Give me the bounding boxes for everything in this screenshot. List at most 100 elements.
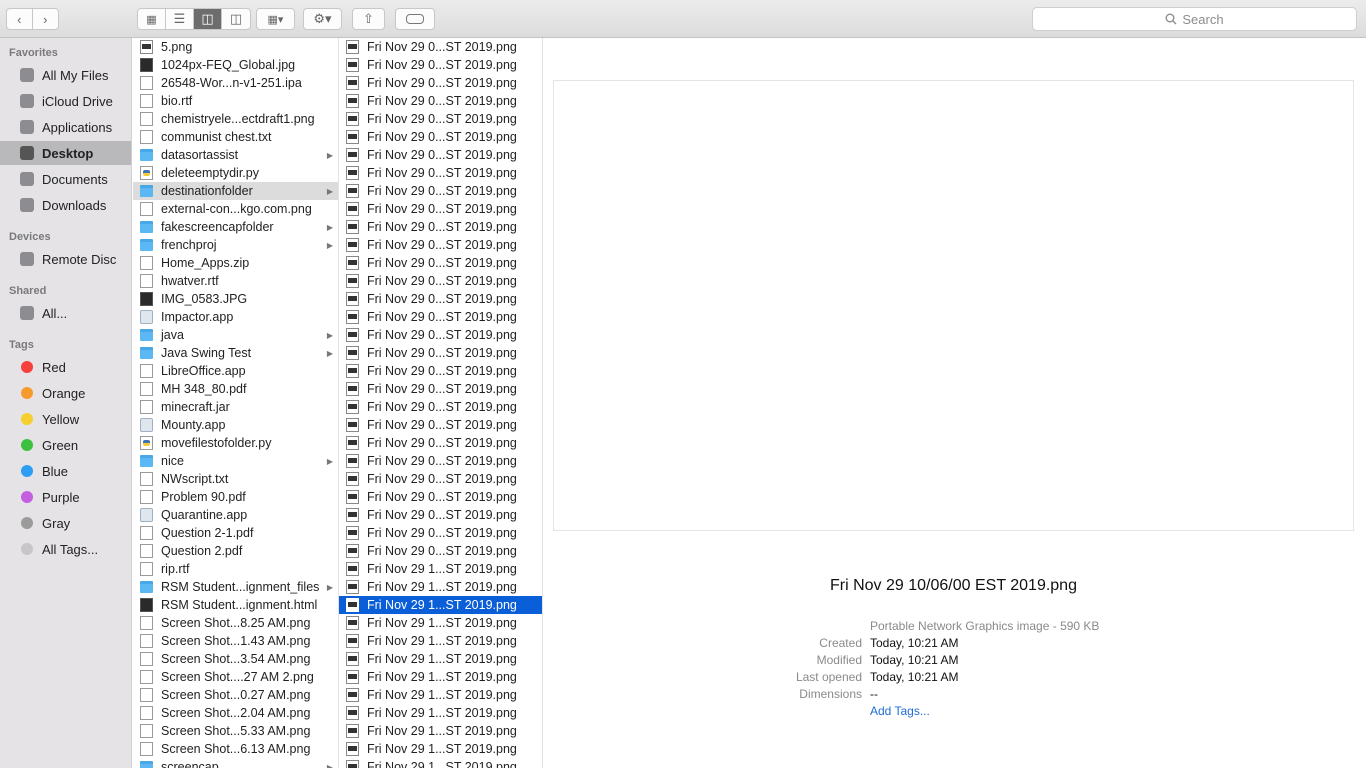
file-row[interactable]: screencap ▶ (133, 758, 338, 768)
file-row[interactable]: Fri Nov 29 0...ST 2019.png (339, 290, 542, 308)
file-row[interactable]: Screen Shot...1.43 AM.png (133, 632, 338, 650)
file-row[interactable]: Fri Nov 29 0...ST 2019.png (339, 56, 542, 74)
file-row[interactable]: Fri Nov 29 1...ST 2019.png (339, 614, 542, 632)
file-row[interactable]: movefilestofolder.py (133, 434, 338, 452)
sidebar-item-documents[interactable]: Documents (0, 167, 131, 191)
file-row[interactable]: Screen Shot...5.33 AM.png (133, 722, 338, 740)
sidebar-item-all[interactable]: All... (0, 301, 131, 325)
file-row[interactable]: 5.png (133, 38, 338, 56)
file-row[interactable]: Fri Nov 29 0...ST 2019.png (339, 146, 542, 164)
file-row[interactable]: minecraft.jar (133, 398, 338, 416)
file-row[interactable]: Fri Nov 29 0...ST 2019.png (339, 326, 542, 344)
file-row[interactable]: Fri Nov 29 0...ST 2019.png (339, 434, 542, 452)
sidebar-item-desktop[interactable]: Desktop (0, 141, 131, 165)
share-button[interactable]: ⇧ (352, 8, 385, 30)
file-row[interactable]: bio.rtf (133, 92, 338, 110)
file-row[interactable]: Fri Nov 29 1...ST 2019.png (339, 686, 542, 704)
file-row[interactable]: Fri Nov 29 0...ST 2019.png (339, 218, 542, 236)
file-row[interactable]: Fri Nov 29 1...ST 2019.png (339, 632, 542, 650)
back-button[interactable]: ‹ (7, 9, 33, 29)
file-row[interactable]: Fri Nov 29 0...ST 2019.png (339, 542, 542, 560)
sidebar-item-downloads[interactable]: Downloads (0, 193, 131, 217)
file-row[interactable]: Fri Nov 29 0...ST 2019.png (339, 236, 542, 254)
file-row[interactable]: 26548-Wor...n-v1-251.ipa (133, 74, 338, 92)
file-row[interactable]: Fri Nov 29 0...ST 2019.png (339, 254, 542, 272)
file-row[interactable]: Fri Nov 29 0...ST 2019.png (339, 110, 542, 128)
file-row[interactable]: NWscript.txt (133, 470, 338, 488)
file-row[interactable]: frenchproj ▶ (133, 236, 338, 254)
file-row[interactable]: deleteemptydir.py (133, 164, 338, 182)
file-row[interactable]: Fri Nov 29 0...ST 2019.png (339, 74, 542, 92)
sidebar-item-blue[interactable]: Blue (0, 459, 131, 483)
file-row[interactable]: external-con...kgo.com.png (133, 200, 338, 218)
file-row[interactable]: Fri Nov 29 1...ST 2019.png (339, 668, 542, 686)
action-button[interactable]: ⚙▾ (303, 8, 342, 30)
file-row[interactable]: Fri Nov 29 1...ST 2019.png (339, 650, 542, 668)
file-row[interactable]: Fri Nov 29 0...ST 2019.png (339, 128, 542, 146)
file-row[interactable]: RSM Student...ignment.html (133, 596, 338, 614)
file-row[interactable]: Screen Shot...2.04 AM.png (133, 704, 338, 722)
file-row[interactable]: Fri Nov 29 0...ST 2019.png (339, 38, 542, 56)
file-row[interactable]: Java Swing Test ▶ (133, 344, 338, 362)
file-row[interactable]: Quarantine.app (133, 506, 338, 524)
file-row[interactable]: Screen Shot...3.54 AM.png (133, 650, 338, 668)
arrange-button[interactable]: ▦▾ (256, 8, 295, 30)
forward-button[interactable]: › (33, 9, 58, 29)
file-row[interactable]: fakescreencapfolder ▶ (133, 218, 338, 236)
file-row[interactable]: nice ▶ (133, 452, 338, 470)
icon-view-button[interactable]: ▦ (138, 9, 166, 29)
file-row[interactable]: Home_Apps.zip (133, 254, 338, 272)
file-row[interactable]: Fri Nov 29 0...ST 2019.png (339, 272, 542, 290)
file-row[interactable]: 1024px-FEQ_Global.jpg (133, 56, 338, 74)
file-row[interactable]: Fri Nov 29 0...ST 2019.png (339, 380, 542, 398)
file-row[interactable]: Fri Nov 29 0...ST 2019.png (339, 92, 542, 110)
file-row[interactable]: Fri Nov 29 0...ST 2019.png (339, 452, 542, 470)
file-row[interactable]: Fri Nov 29 1...ST 2019.png (339, 740, 542, 758)
file-row[interactable]: Fri Nov 29 0...ST 2019.png (339, 398, 542, 416)
file-row[interactable]: destinationfolder ▶ (133, 182, 338, 200)
file-row[interactable]: communist chest.txt (133, 128, 338, 146)
file-row[interactable]: Fri Nov 29 1...ST 2019.png (339, 758, 542, 768)
file-row[interactable]: Fri Nov 29 1...ST 2019.png (339, 560, 542, 578)
file-row[interactable]: java ▶ (133, 326, 338, 344)
file-row[interactable]: Screen Shot...8.25 AM.png (133, 614, 338, 632)
file-row[interactable]: Fri Nov 29 0...ST 2019.png (339, 164, 542, 182)
file-row[interactable]: Fri Nov 29 0...ST 2019.png (339, 506, 542, 524)
file-row[interactable]: MH 348_80.pdf (133, 380, 338, 398)
file-row[interactable]: Mounty.app (133, 416, 338, 434)
file-row[interactable]: Fri Nov 29 1...ST 2019.png (339, 578, 542, 596)
file-row[interactable]: Fri Nov 29 0...ST 2019.png (339, 488, 542, 506)
file-row[interactable]: chemistryele...ectdraft1.png (133, 110, 338, 128)
file-row[interactable]: Question 2.pdf (133, 542, 338, 560)
sidebar-item-gray[interactable]: Gray (0, 511, 131, 535)
sidebar-item-all-my-files[interactable]: All My Files (0, 63, 131, 87)
file-row[interactable]: Fri Nov 29 1...ST 2019.png (339, 596, 542, 614)
file-row[interactable]: hwatver.rtf (133, 272, 338, 290)
search-field[interactable]: Search (1032, 7, 1357, 31)
file-row[interactable]: LibreOffice.app (133, 362, 338, 380)
sidebar-item-applications[interactable]: Applications (0, 115, 131, 139)
sidebar-item-all-tags[interactable]: All Tags... (0, 537, 131, 561)
file-row[interactable]: Fri Nov 29 0...ST 2019.png (339, 470, 542, 488)
file-row[interactable]: rip.rtf (133, 560, 338, 578)
add-tags-link[interactable]: Add Tags... (870, 704, 930, 721)
file-row[interactable]: Question 2-1.pdf (133, 524, 338, 542)
file-row[interactable]: Problem 90.pdf (133, 488, 338, 506)
tags-button[interactable] (395, 8, 435, 30)
sidebar-item-purple[interactable]: Purple (0, 485, 131, 509)
file-row[interactable]: Fri Nov 29 0...ST 2019.png (339, 362, 542, 380)
column-view-button[interactable]: ◫ (194, 9, 222, 29)
sidebar-item-red[interactable]: Red (0, 355, 131, 379)
file-row[interactable]: Fri Nov 29 1...ST 2019.png (339, 722, 542, 740)
sidebar-item-yellow[interactable]: Yellow (0, 407, 131, 431)
file-row[interactable]: Fri Nov 29 0...ST 2019.png (339, 200, 542, 218)
file-row[interactable]: IMG_0583.JPG (133, 290, 338, 308)
file-row[interactable]: Screen Shot...6.13 AM.png (133, 740, 338, 758)
file-row[interactable]: Fri Nov 29 0...ST 2019.png (339, 416, 542, 434)
sidebar-item-remote-disc[interactable]: Remote Disc (0, 247, 131, 271)
file-row[interactable]: Fri Nov 29 0...ST 2019.png (339, 344, 542, 362)
file-row[interactable]: Impactor.app (133, 308, 338, 326)
sidebar-item-icloud-drive[interactable]: iCloud Drive (0, 89, 131, 113)
file-row[interactable]: Screen Shot....27 AM 2.png (133, 668, 338, 686)
list-view-button[interactable]: ☰ (166, 9, 194, 29)
